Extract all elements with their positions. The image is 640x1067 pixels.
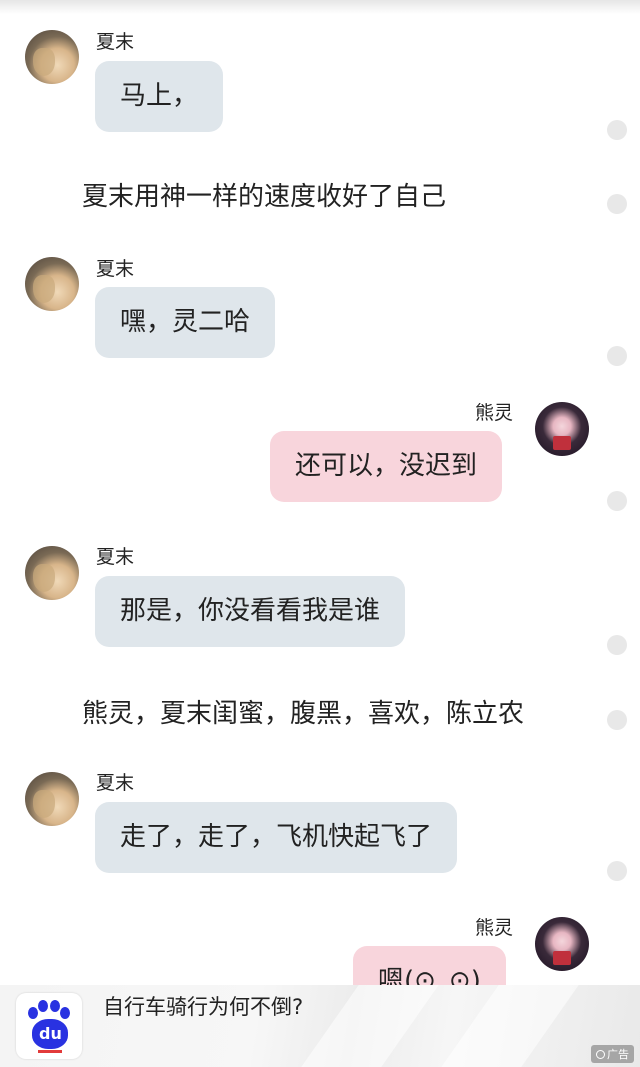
baidu-paw-icon[interactable]: du [16, 993, 82, 1059]
grey-dot-icon [607, 491, 627, 511]
message-bubble[interactable]: 嘿，灵二哈 [95, 287, 276, 358]
ad-decor [301, 985, 439, 1067]
avatar-xiongling[interactable] [535, 917, 589, 971]
paw-toe [60, 1007, 70, 1019]
ad-title[interactable]: 自行车骑行为何不倒? [103, 991, 303, 1021]
grey-dot-icon [607, 120, 627, 140]
paw-toe [28, 1007, 38, 1019]
avatar-xiongling[interactable] [535, 402, 589, 456]
ad-close-icon[interactable] [596, 1050, 605, 1059]
grey-dot-icon [607, 861, 627, 881]
avatar-xiamo[interactable] [25, 772, 79, 826]
ad-badge[interactable]: 广告 [591, 1045, 634, 1063]
ad-badge-label: 广告 [607, 1048, 629, 1061]
avatar-xiamo[interactable] [25, 257, 79, 311]
sender-name: 夏末 [96, 546, 135, 568]
message-bubble[interactable]: 嗯(⊙_⊙) [353, 946, 506, 985]
message-bubble[interactable]: 走了，走了，飞机快起飞了 [95, 802, 458, 873]
sender-name: 夏末 [96, 772, 135, 794]
grey-dot-icon [607, 710, 627, 730]
paw-underline [38, 1050, 62, 1053]
avatar-xiamo[interactable] [25, 30, 79, 84]
paw-toe [38, 1000, 48, 1012]
grey-dot-icon [607, 346, 627, 366]
message-bubble[interactable]: 还可以，没迟到 [270, 431, 503, 502]
sender-name: 熊灵 [475, 917, 514, 939]
chat-area[interactable]: 夏末 马上， 夏末用神一样的速度收好了自己 夏末 嘿，灵二哈 熊灵 还可以，没迟… [0, 0, 640, 985]
ad-banner[interactable]: du 自行车骑行为何不倒? 广告 [0, 985, 640, 1067]
grey-dot-icon [607, 194, 627, 214]
ad-logo-text: du [39, 1024, 62, 1043]
ad-decor [441, 985, 579, 1067]
sender-name: 夏末 [96, 31, 135, 53]
sender-name: 熊灵 [475, 402, 514, 424]
avatar-xiamo[interactable] [25, 546, 79, 600]
message-bubble[interactable]: 马上， [95, 61, 224, 132]
grey-dot-icon [607, 635, 627, 655]
message-bubble[interactable]: 那是，你没看看我是谁 [95, 576, 406, 647]
paw-toe [50, 1000, 60, 1012]
narration-text: 熊灵，夏末闺蜜，腹黑，喜欢，陈立农 [82, 699, 525, 729]
sender-name: 夏末 [96, 258, 135, 280]
narration-text: 夏末用神一样的速度收好了自己 [82, 182, 447, 212]
